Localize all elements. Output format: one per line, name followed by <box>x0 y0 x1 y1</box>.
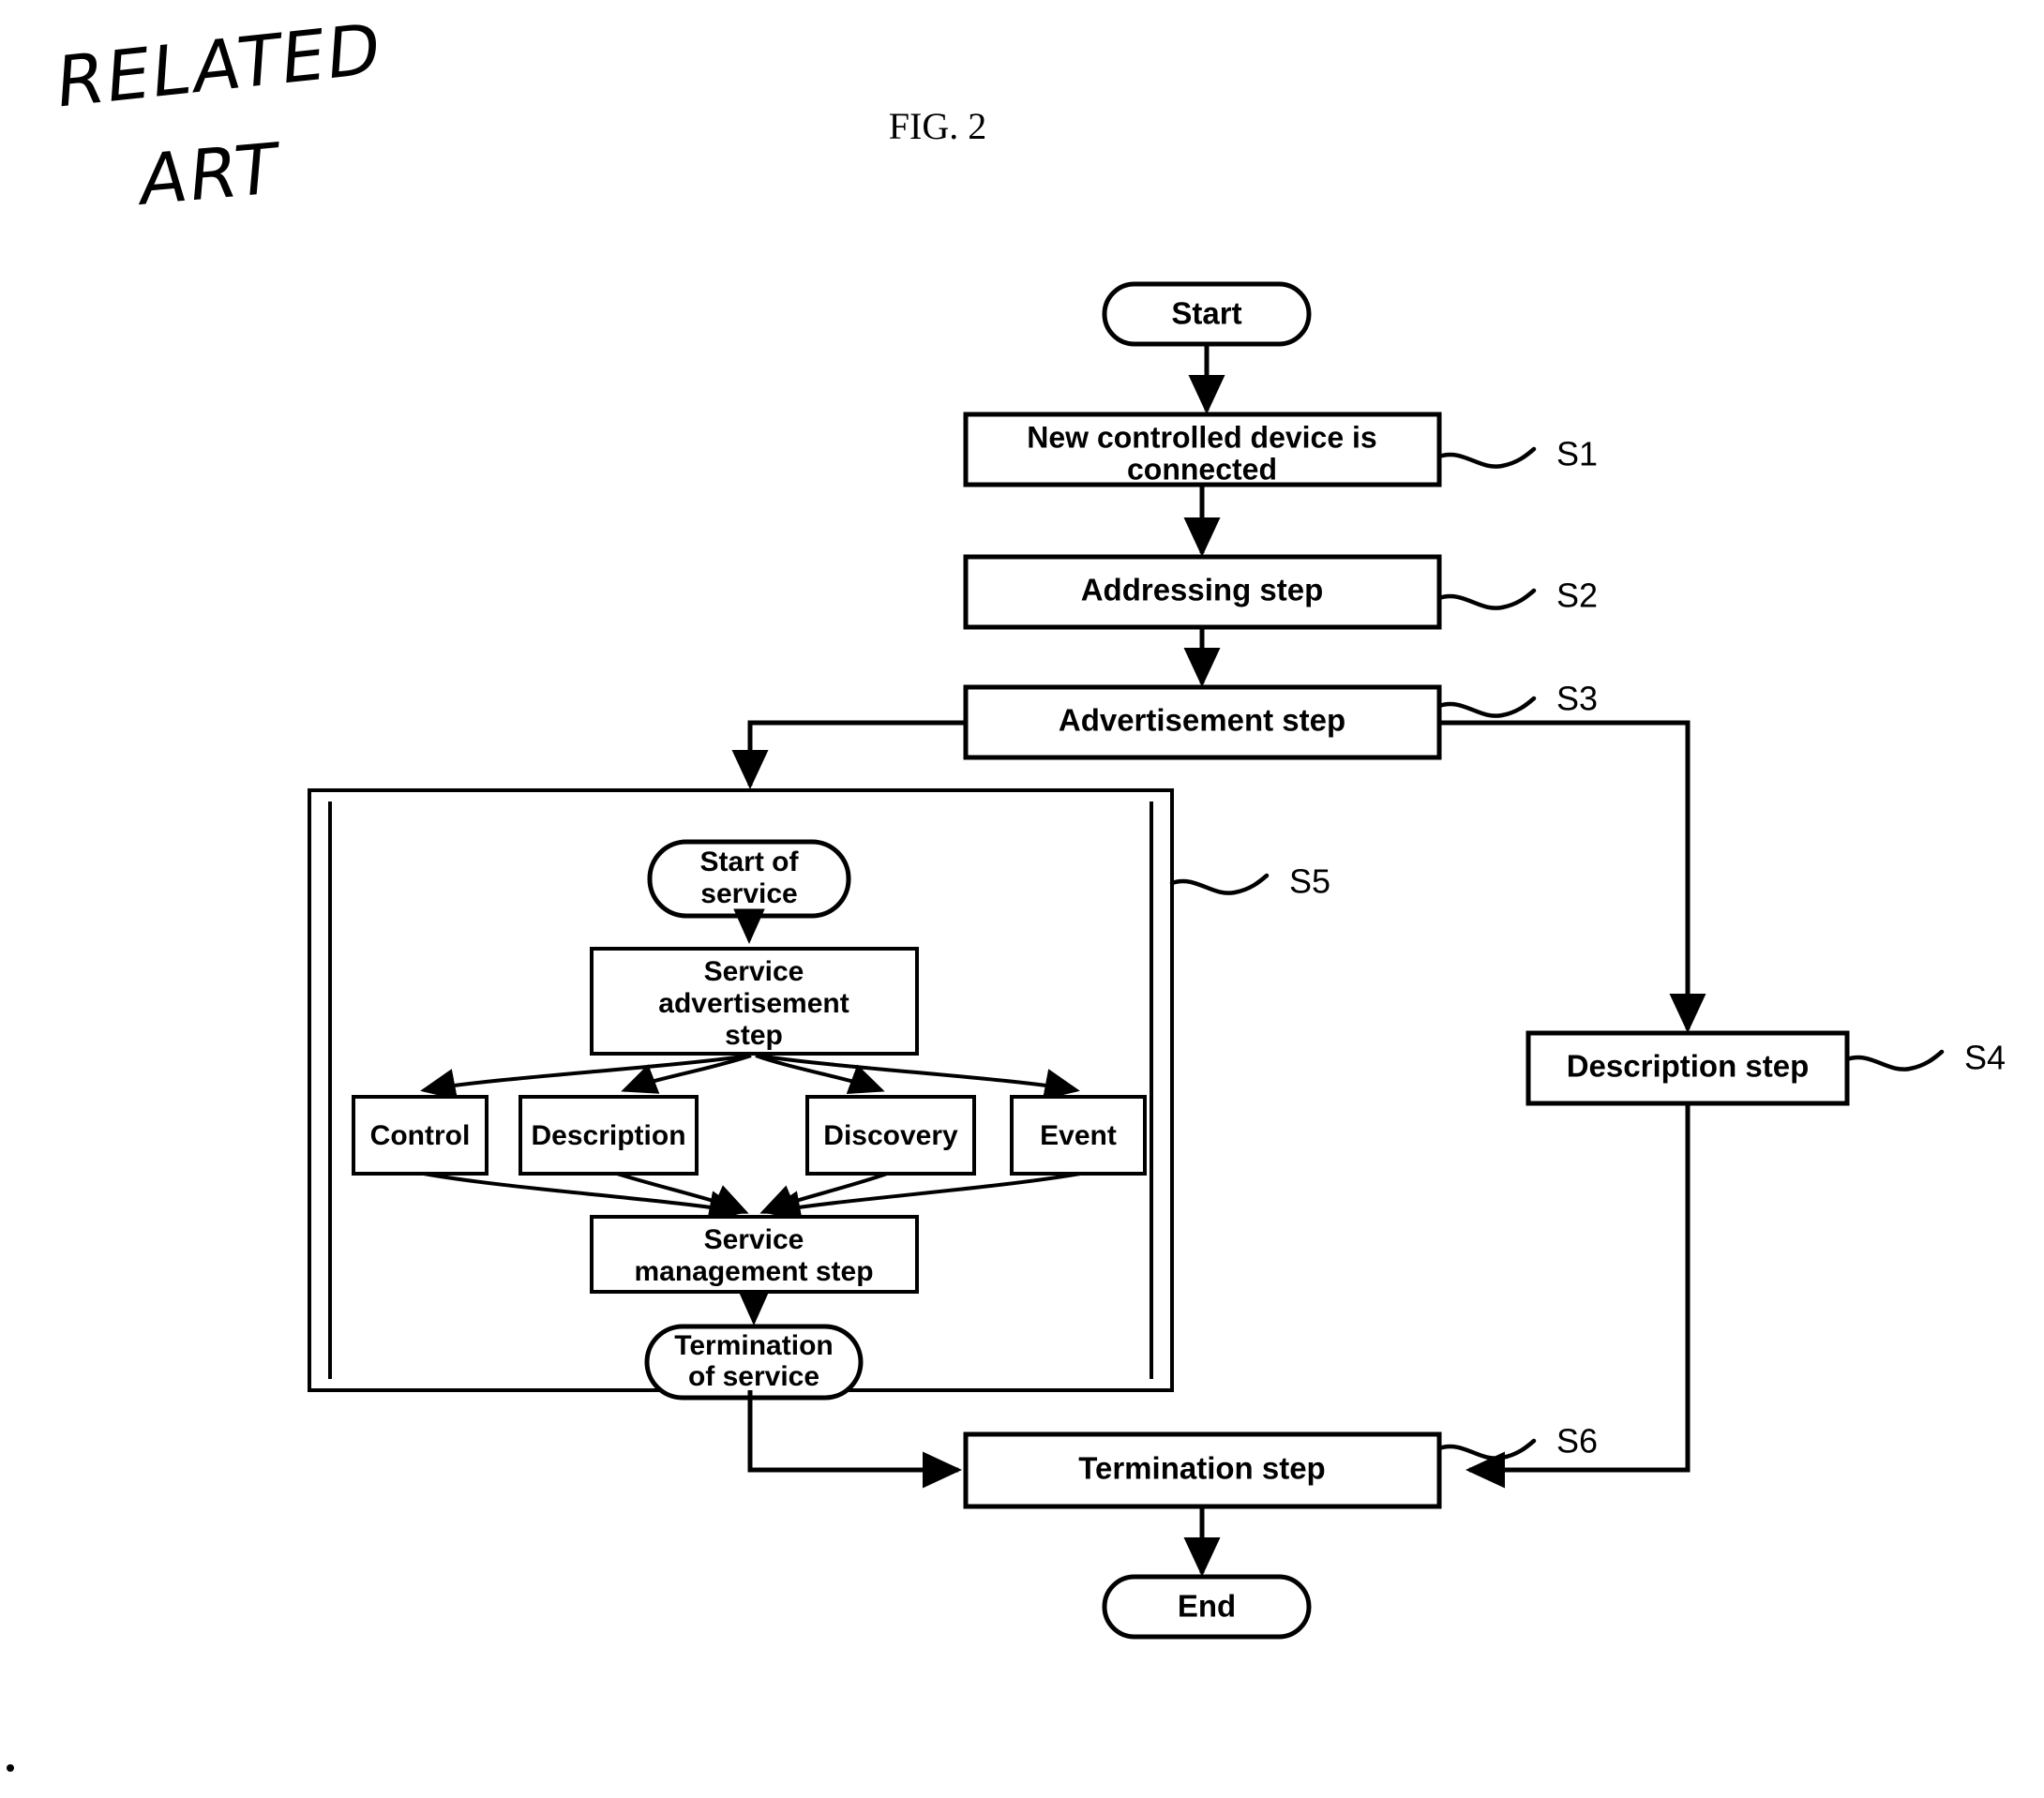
start-of-service-line1: Start of <box>700 847 800 877</box>
figure-title: FIG. 2 <box>889 105 986 147</box>
step-tag-s4: S4 <box>1964 1039 2006 1077</box>
edge-advertisement-to-discovery <box>755 1054 885 1095</box>
edge-advertisement-to-description <box>621 1054 752 1094</box>
edge-advertisement-to-control <box>420 1054 751 1101</box>
node-s1-new-controlled-device: New controlled device is connected <box>963 412 1442 487</box>
edge-description-to-management <box>616 1172 749 1215</box>
flowchart-canvas: RELATED ART FIG. 2 Start New controlled … <box>7 7 2006 1772</box>
step-tag-s5: S5 <box>1289 862 1330 901</box>
step-tag-s1: S1 <box>1556 435 1598 473</box>
annotation-line-2: ART <box>137 127 282 221</box>
s4-leader-line <box>1844 1049 1945 1071</box>
s5-leader-line <box>1169 873 1270 895</box>
node-control: Control <box>352 1095 488 1176</box>
termination-of-service-line2: of service <box>688 1361 819 1392</box>
service-management-line1: Service <box>704 1224 804 1255</box>
node-s2-addressing-step: Addressing step <box>963 554 1442 630</box>
node-description: Description <box>519 1095 699 1176</box>
s6-label: Termination step <box>1078 1451 1325 1486</box>
node-s6-termination-step: Termination step <box>963 1431 1442 1509</box>
step-tag-s6: S6 <box>1556 1422 1598 1461</box>
s6-leader-line <box>1436 1438 1537 1461</box>
step-tag-s2: S2 <box>1556 577 1598 615</box>
s1-leader-line <box>1436 446 1537 469</box>
step-tag-s3: S3 <box>1556 680 1598 718</box>
handwritten-related-art-annotation: RELATED ART <box>53 7 384 221</box>
end-label: End <box>1178 1589 1236 1624</box>
fanout-advertisement-to-services <box>420 1054 1080 1101</box>
control-label: Control <box>370 1120 471 1151</box>
s3-label: Advertisement step <box>1059 703 1345 738</box>
s2-label: Addressing step <box>1081 573 1324 607</box>
fanin-services-to-management <box>423 1172 1081 1222</box>
termination-of-service-line1: Termination <box>674 1330 833 1361</box>
service-advertisement-line1: Service <box>704 956 804 987</box>
s2-leader-line <box>1436 588 1537 610</box>
node-s4-description-step: Description step <box>1525 1030 1850 1106</box>
edge-s5-to-s6 <box>747 1390 963 1489</box>
annotation-line-1: RELATED <box>53 7 384 124</box>
node-start: Start <box>1102 281 1312 347</box>
node-start-of-service: Start of service <box>647 839 851 919</box>
edge-discovery-to-management <box>759 1172 888 1215</box>
node-discovery: Discovery <box>805 1095 976 1176</box>
edge-s3-to-s4 <box>1439 720 1706 1034</box>
edge-control-to-management <box>423 1172 744 1222</box>
node-end: End <box>1102 1574 1312 1640</box>
description-label: Description <box>531 1120 685 1151</box>
service-advertisement-line2: advertisement <box>658 988 849 1019</box>
discovery-label: Discovery <box>823 1120 958 1151</box>
start-of-service-line2: service <box>700 878 797 909</box>
service-advertisement-line3: step <box>725 1020 783 1051</box>
edge-s4-to-s6 <box>1465 1103 1691 1489</box>
edge-event-to-management <box>765 1172 1081 1222</box>
s4-label: Description step <box>1567 1049 1810 1084</box>
patent-figure-page: RELATED ART FIG. 2 Start New controlled … <box>0 0 2044 1798</box>
s1-label-line1: New controlled device is <box>1027 420 1376 454</box>
event-label: Event <box>1040 1120 1117 1151</box>
start-label: Start <box>1171 296 1241 331</box>
node-service-management-step: Service management step <box>590 1215 919 1294</box>
edge-advertisement-to-event <box>757 1054 1080 1101</box>
node-termination-of-service: Termination of service <box>644 1324 864 1401</box>
s3-leader-line <box>1436 696 1537 718</box>
node-event: Event <box>1010 1095 1147 1176</box>
s1-label-line2: connected <box>1127 452 1277 486</box>
node-service-advertisement-step: Service advertisement step <box>590 947 919 1056</box>
edge-s3-to-s5-container <box>731 720 966 790</box>
service-management-line2: management step <box>634 1256 873 1287</box>
page-artifact-dot <box>7 1764 14 1772</box>
node-s3-advertisement-step: Advertisement step <box>963 684 1442 760</box>
